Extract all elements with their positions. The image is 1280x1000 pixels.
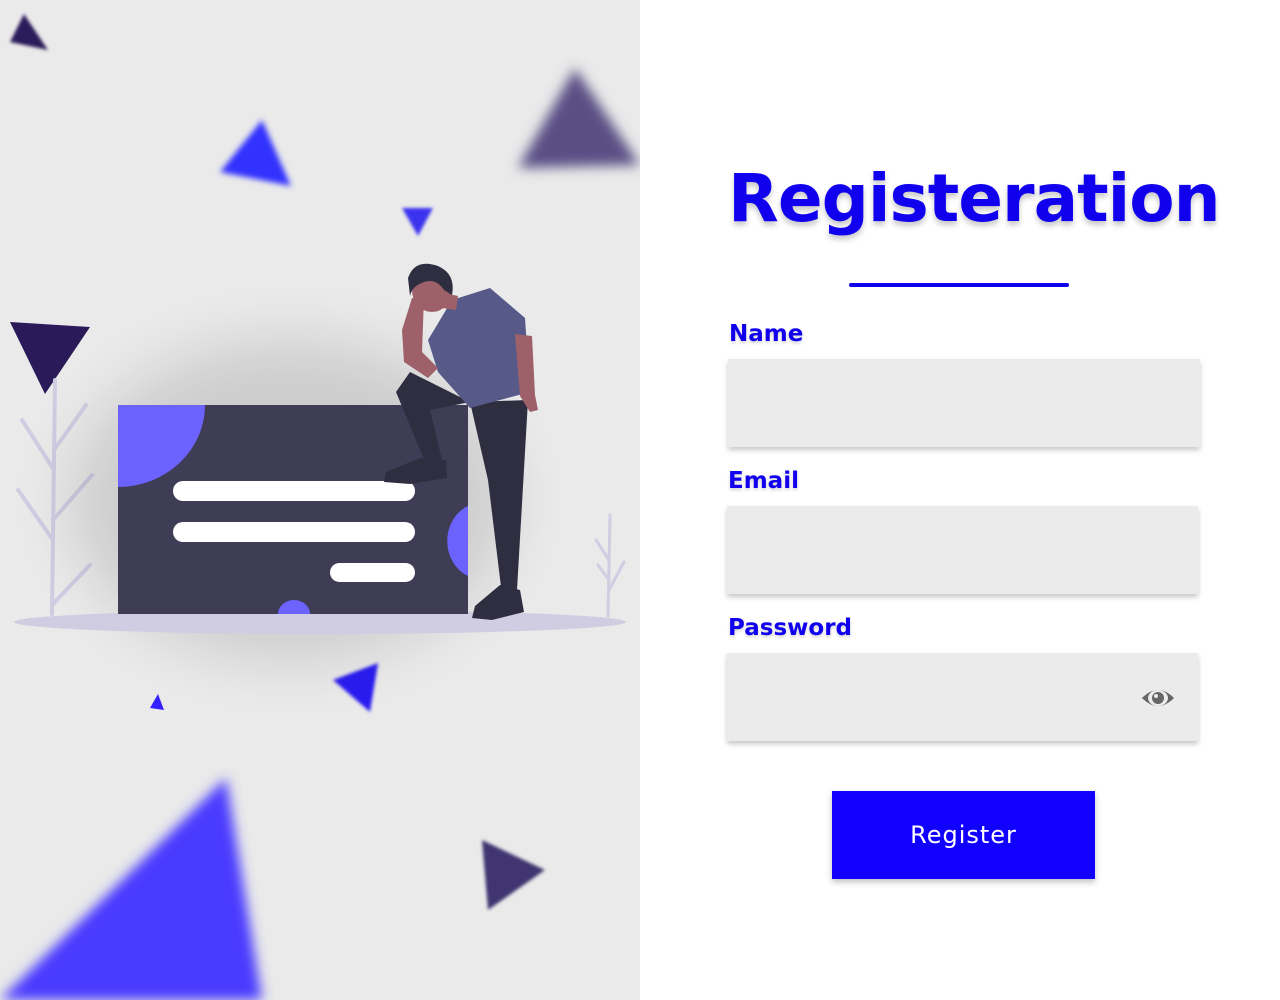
name-label: Name bbox=[729, 321, 804, 347]
triangle-decoration bbox=[150, 694, 164, 710]
triangle-decoration bbox=[333, 663, 378, 712]
password-field[interactable] bbox=[727, 653, 1198, 741]
triangle-decoration bbox=[518, 68, 640, 168]
page-title: Registeration bbox=[728, 160, 1221, 237]
email-label: Email bbox=[728, 468, 799, 494]
email-field[interactable] bbox=[727, 506, 1198, 594]
eye-icon[interactable] bbox=[1140, 684, 1176, 712]
password-label: Password bbox=[728, 615, 852, 641]
plant-decoration bbox=[594, 513, 626, 618]
triangle-decoration bbox=[0, 778, 262, 1000]
register-button[interactable]: Register bbox=[832, 791, 1095, 879]
illustration bbox=[0, 14, 640, 1000]
name-field[interactable] bbox=[728, 359, 1200, 447]
triangle-decoration bbox=[10, 322, 90, 394]
registration-panel: Registeration Name Email Password Regist… bbox=[640, 0, 1280, 1000]
illustration-panel bbox=[0, 0, 640, 1000]
triangle-decoration bbox=[220, 120, 291, 186]
triangle-decoration bbox=[10, 14, 48, 50]
title-underline bbox=[849, 283, 1069, 287]
triangle-decoration bbox=[482, 840, 545, 910]
triangle-decoration bbox=[402, 208, 433, 236]
